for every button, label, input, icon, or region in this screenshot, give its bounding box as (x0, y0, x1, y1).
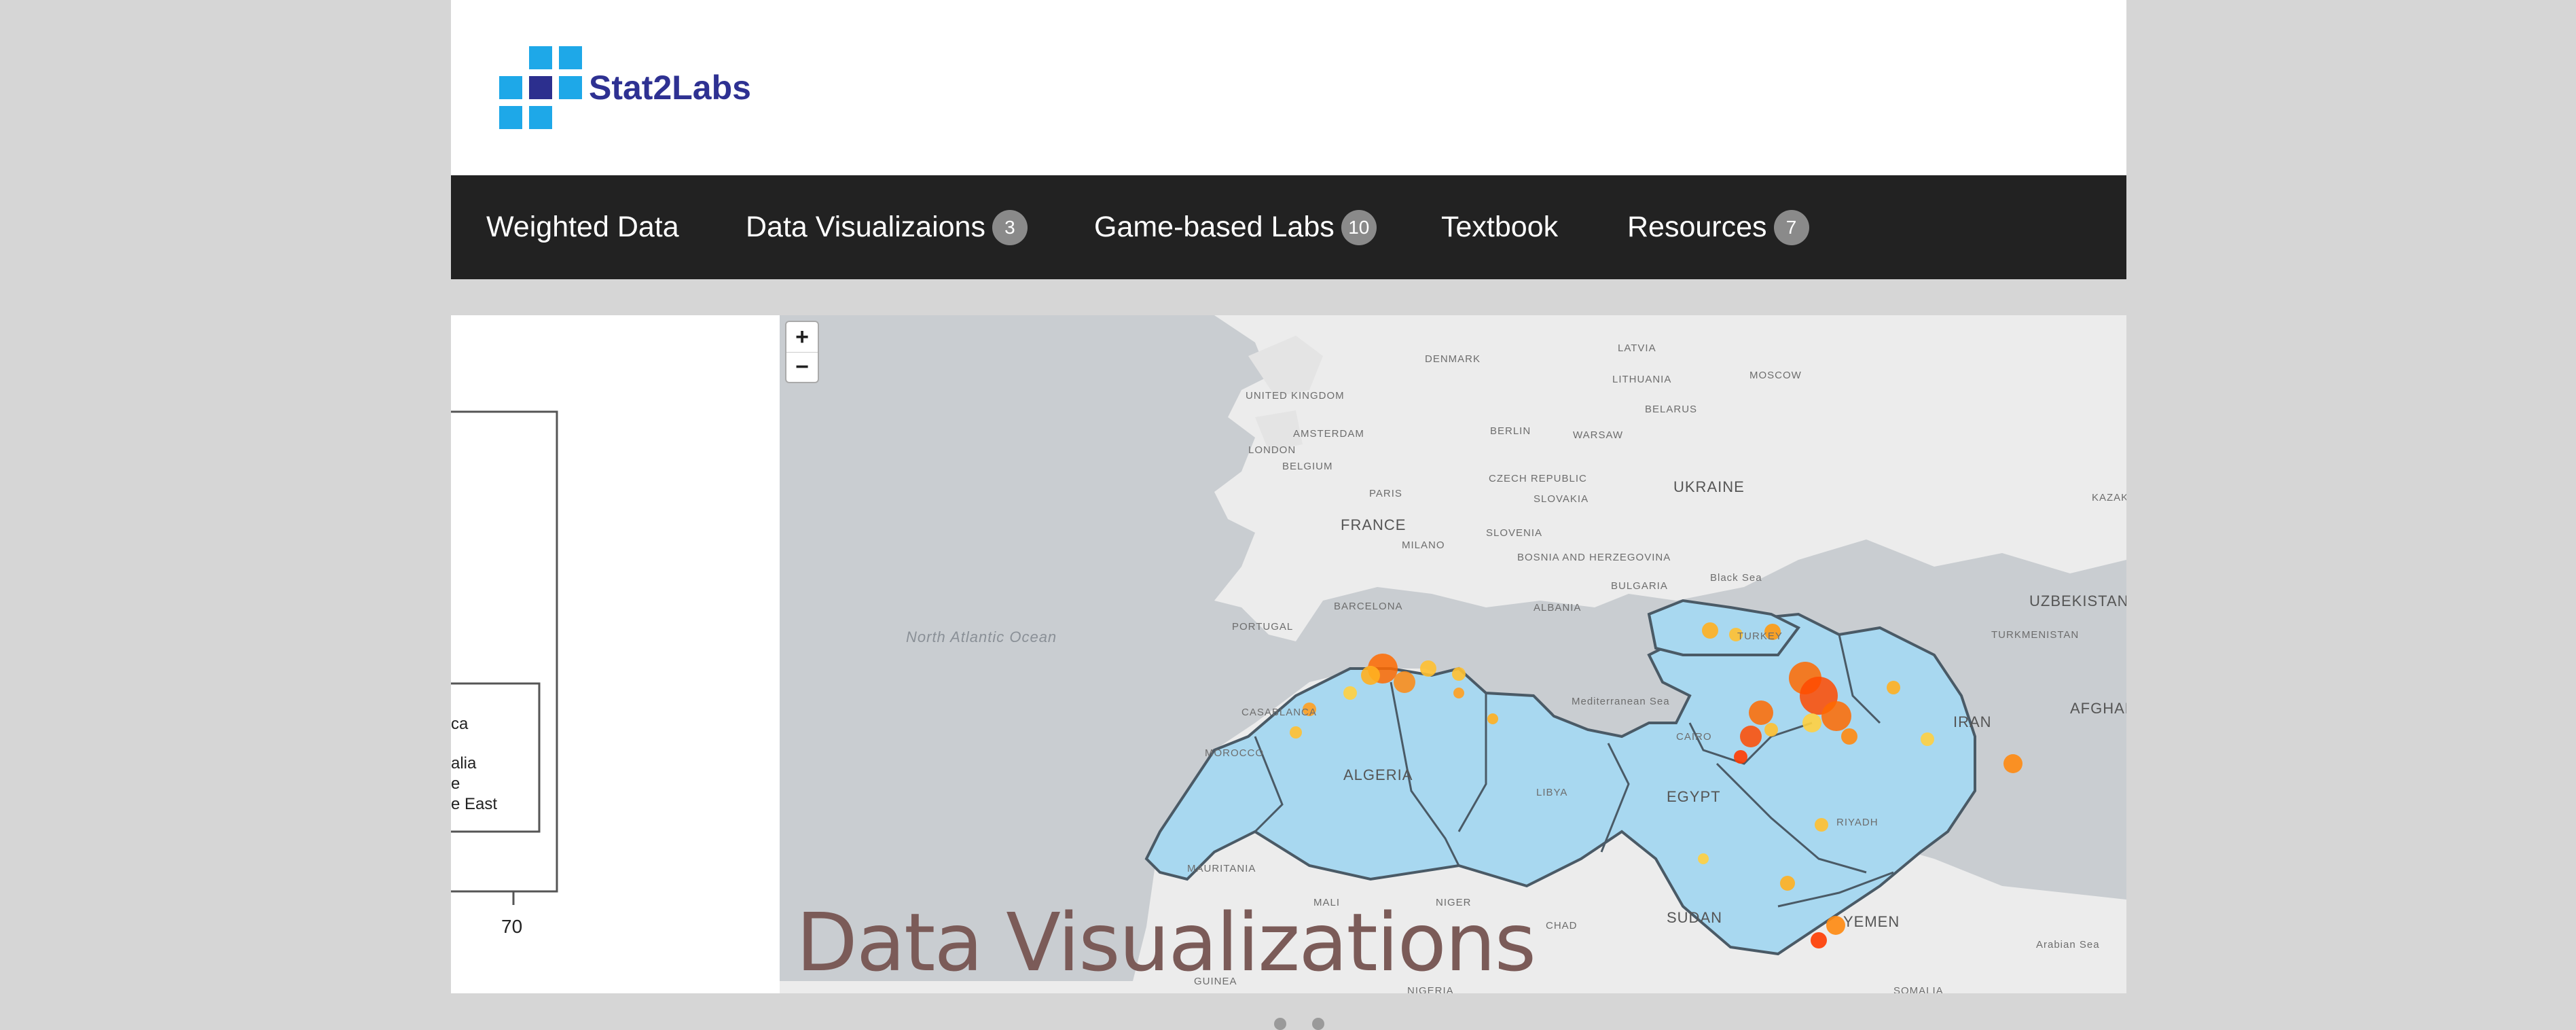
map-label: AMSTERDAM (1293, 428, 1364, 440)
map-label: SOMALIA (1893, 985, 1944, 993)
nav-label: Weighted Data (486, 211, 679, 243)
map-label: AFGHANI (2070, 700, 2126, 717)
map-label: RIYADH (1836, 817, 1879, 828)
map-canvas (780, 315, 2126, 993)
map-label: TURKMENISTAN (1991, 629, 2080, 641)
map-label: LITHUANIA (1612, 374, 1672, 385)
map-label: DENMARK (1425, 353, 1481, 365)
map-label: ALGERIA (1343, 766, 1413, 783)
main-nav: Weighted Data Data Visualizaions 3 Game-… (451, 175, 2126, 279)
nav-item-weighted-data[interactable]: Weighted Data (486, 175, 679, 279)
map-label: BARCELONA (1334, 601, 1403, 612)
count-badge: 3 (992, 209, 1028, 245)
map-label: LIBYA (1536, 787, 1568, 798)
map-label: UKRAINE (1673, 478, 1745, 495)
image-carousel[interactable]: ca alia e e East 70 + − UNITED KINGDOM F… (451, 315, 2126, 993)
map-label: BOSNIA AND HERZEGOVINA (1517, 552, 1671, 563)
map-label: MOROCCO (1205, 747, 1264, 759)
slide-fade (610, 315, 780, 993)
map-label: BELGIUM (1282, 461, 1333, 472)
count-badge: 7 (1773, 209, 1809, 245)
nav-label: Game-based Labs (1094, 211, 1335, 243)
map-label: BERLIN (1490, 425, 1531, 437)
map-label: CHAD (1546, 920, 1578, 931)
site-logo[interactable]: Stat2Labs (499, 46, 751, 129)
map-label: CAIRO (1676, 731, 1712, 743)
legend-item: e (451, 775, 460, 793)
logo-grid-icon (499, 46, 582, 129)
count-badge: 10 (1341, 209, 1377, 245)
legend-item: alia (451, 754, 477, 772)
map-label: SLOVAKIA (1534, 493, 1589, 505)
map-label: UZBEKISTAN (2029, 592, 2126, 609)
map-label: CZECH REPUBLIC (1489, 473, 1587, 484)
map-label: LATVIA (1618, 342, 1656, 354)
map-label: UNITED KINGDOM (1246, 390, 1345, 402)
map-label: CASABLANCA (1241, 707, 1317, 718)
map-label: IRAN (1953, 713, 1992, 730)
site-header: Stat2Labs (451, 0, 2126, 175)
map-label: YEMEN (1843, 913, 1900, 930)
map-label: ALBANIA (1534, 602, 1582, 614)
legend-item: ca (451, 715, 469, 733)
map-label: PARIS (1369, 488, 1402, 499)
ocean-label: North Atlantic Ocean (906, 628, 1057, 645)
carousel-dot[interactable] (1312, 1018, 1324, 1030)
map-label: SUDAN (1667, 909, 1723, 926)
page: Stat2Labs Weighted Data Data Visualizaio… (451, 0, 2126, 1030)
map-label: FRANCE (1341, 516, 1407, 533)
brand-name: Stat2Labs (589, 69, 751, 107)
nav-label: Data Visualizaions (746, 211, 985, 243)
map-label: TURKEY (1737, 631, 1783, 642)
slide-caption: Data Visualizations (796, 895, 1536, 989)
map-label: SLOVENIA (1486, 527, 1543, 539)
zoom-in-button[interactable]: + (786, 322, 818, 353)
map-label: BULGARIA (1611, 580, 1668, 592)
nav-item-resources[interactable]: Resources 7 (1627, 175, 1809, 279)
current-slide-map[interactable]: + − UNITED KINGDOM FRANCE UKRAINE ALGERI… (780, 315, 2126, 993)
sea-label: Arabian Sea (2036, 939, 2100, 951)
previous-slide[interactable]: ca alia e e East 70 (451, 315, 780, 993)
nav-item-data-visualizations[interactable]: Data Visualizaions 3 (746, 175, 1028, 279)
nav-label: Textbook (1441, 211, 1559, 243)
chart-legend: ca alia e e East (451, 714, 497, 815)
map-label: MAURITANIA (1187, 863, 1256, 874)
map-label: MOSCOW (1749, 370, 1802, 381)
map-label: PORTUGAL (1232, 621, 1294, 633)
carousel-dot[interactable] (1274, 1018, 1286, 1030)
zoom-out-button[interactable]: − (786, 352, 818, 382)
map-label: LONDON (1248, 444, 1296, 456)
map-zoom-control: + − (785, 321, 819, 383)
map-label: EGYPT (1667, 788, 1721, 805)
map-label: MILANO (1402, 539, 1445, 551)
axis-tick: 70 (501, 916, 523, 937)
map-label: KAZAK (2092, 492, 2126, 503)
map-label: WARSAW (1573, 429, 1624, 441)
map-label: BELARUS (1645, 404, 1698, 415)
nav-item-textbook[interactable]: Textbook (1441, 175, 1558, 279)
nav-label: Resources (1627, 211, 1767, 243)
sea-label: Mediterranean Sea (1572, 696, 1670, 707)
legend-item: e East (451, 795, 498, 813)
nav-item-game-based-labs[interactable]: Game-based Labs 10 (1094, 175, 1377, 279)
sea-label: Black Sea (1710, 572, 1762, 584)
